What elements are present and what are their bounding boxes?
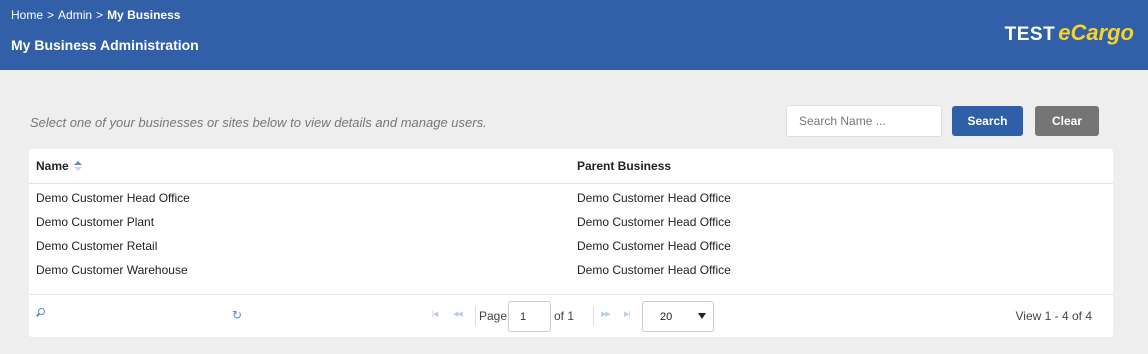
pager-divider [475,306,476,326]
page-header: Home > Admin > My Business My Business A… [0,0,1148,70]
ecargo-logo: TEST eCargo [1005,20,1134,46]
cell-parent-business: Demo Customer Head Office [577,215,731,229]
table-row[interactable]: Demo Customer Warehouse Demo Customer He… [29,259,1113,283]
logo-ecargo-text: eCargo [1058,20,1134,45]
pager: ↻ |◀ ◀◀ Page of 1 ▶▶ ▶| 20 View 1 - 4 of… [29,294,1113,337]
column-header-parent-business[interactable]: Parent Business [577,159,671,173]
breadcrumb-current: My Business [107,8,181,22]
view-records-info: View 1 - 4 of 4 [1015,309,1093,323]
prev-page-icon[interactable]: ◀◀ [453,310,463,318]
cell-name: Demo Customer Warehouse [36,263,188,277]
cell-name: Demo Customer Retail [36,239,158,253]
cell-parent-business: Demo Customer Head Office [577,239,731,253]
page-number-input[interactable] [508,301,551,332]
logo-test-text: TEST [1004,24,1056,45]
refresh-icon[interactable]: ↻ [232,308,242,322]
search-icon[interactable] [35,308,47,320]
table-row[interactable]: Demo Customer Retail Demo Customer Head … [29,235,1113,259]
page-label: Page [479,309,508,323]
chevron-down-icon [698,313,706,319]
sort-ascending-icon [73,161,82,171]
first-page-icon[interactable]: |◀ [432,310,438,318]
search-button[interactable]: Search [952,106,1023,136]
cell-parent-business: Demo Customer Head Office [577,191,731,205]
page-size-select[interactable]: 20 [642,301,714,332]
column-header-parent-label: Parent Business [577,159,672,173]
cell-name: Demo Customer Head Office [36,191,190,205]
breadcrumb-home[interactable]: Home [11,8,43,22]
business-grid: Name Parent Business Demo Customer Head … [29,149,1113,337]
breadcrumb: Home > Admin > My Business [11,8,180,22]
breadcrumb-separator: > [47,8,55,22]
table-row[interactable]: Demo Customer Head Office Demo Customer … [29,187,1113,211]
page-size-value: 20 [660,311,673,323]
breadcrumb-admin[interactable]: Admin [58,8,92,22]
column-header-name[interactable]: Name [36,159,82,173]
grid-body: Demo Customer Head Office Demo Customer … [29,187,1113,283]
search-name-input[interactable] [786,105,942,137]
grid-header: Name Parent Business [29,149,1113,184]
instructions-text: Select one of your businesses or sites b… [30,115,487,130]
breadcrumb-separator: > [96,8,104,22]
cell-parent-business: Demo Customer Head Office [577,263,731,277]
table-row[interactable]: Demo Customer Plant Demo Customer Head O… [29,211,1113,235]
clear-button[interactable]: Clear [1035,106,1099,136]
cell-name: Demo Customer Plant [36,215,155,229]
pager-divider [593,306,594,326]
page-title: My Business Administration [11,37,199,53]
page-count-label: of 1 [554,309,575,323]
column-header-name-label: Name [36,159,69,173]
last-page-icon[interactable]: ▶| [624,310,630,318]
next-page-icon[interactable]: ▶▶ [601,310,611,318]
